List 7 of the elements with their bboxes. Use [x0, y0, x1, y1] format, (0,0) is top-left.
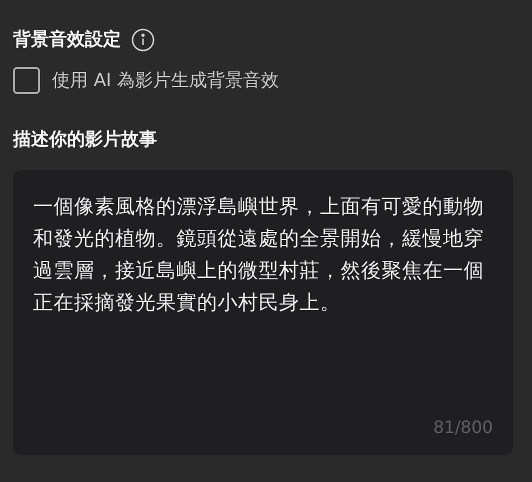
character-counter: 81/800 [433, 416, 493, 440]
section-title: 描述你的影片故事 [13, 131, 157, 149]
checkbox[interactable] [13, 66, 40, 94]
story-field[interactable]: 一個像素風格的漂浮島嶼世界，上面有可愛的動物和發光的植物。鏡頭從遠處的全景開始，緩慢地穿過雲層，接近島嶼上的微型村莊，然後聚焦在一個正在採摘發光果實的小村民身上。 81/800 [13, 170, 513, 455]
section-title: 背景音效設定 [13, 31, 121, 49]
info-icon[interactable] [131, 28, 155, 52]
checkbox-label: 使用 AI 為影片生成背景音效 [52, 68, 280, 92]
